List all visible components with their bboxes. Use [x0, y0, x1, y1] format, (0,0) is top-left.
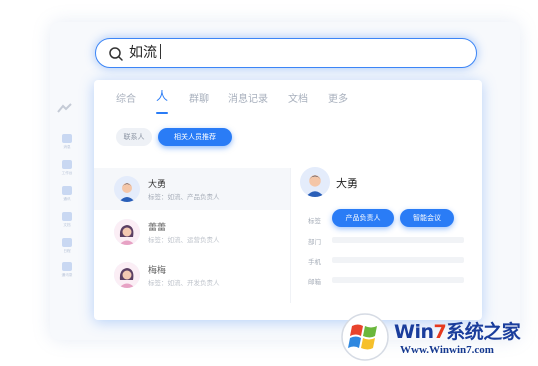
result-name: 蕾蕾 [148, 223, 167, 233]
calendar-icon [62, 238, 72, 247]
message-icon [62, 134, 72, 143]
tab-people[interactable]: 人 [156, 87, 168, 104]
field-value-department [332, 237, 464, 243]
sidebar-item-workbench[interactable]: 工作台 [60, 160, 74, 176]
watermark: Win7系统之家 Www.Winwin7.com [340, 312, 536, 362]
field-label-phone: 手机 [308, 258, 321, 266]
result-tags: 标签：如流、产品负责人 [148, 193, 220, 201]
avatar [114, 176, 140, 202]
list-item[interactable]: 梅梅 标签：如流、开发负责人 [94, 254, 290, 296]
sidebar-item-calendar[interactable]: 日程 [60, 238, 74, 254]
detail-avatar [300, 167, 330, 197]
sidebar-item-address-book[interactable]: 通讯录 [60, 262, 74, 278]
list-item[interactable]: 蕾蕾 标签：如流、运营负责人 [94, 211, 290, 253]
windows-logo-icon [341, 313, 389, 361]
result-tags: 标签：如流、运营负责人 [148, 236, 220, 244]
sidebar-item-messages[interactable]: 消息 [60, 134, 74, 150]
avatar [114, 219, 140, 245]
result-name: 梅梅 [148, 266, 167, 276]
field-value-email [332, 277, 464, 283]
avatar [114, 262, 140, 288]
result-tabs: 综合 人 群聊 消息记录 文档 更多 [94, 87, 482, 114]
field-value-phone [332, 257, 464, 263]
search-icon [109, 47, 123, 61]
field-label-email: 邮箱 [308, 278, 321, 286]
divider [290, 168, 291, 303]
sidebar-item-contacts-call[interactable]: 通讯 [60, 186, 74, 202]
tag-product-owner[interactable]: 产品负责人 [332, 209, 394, 227]
tab-groups[interactable]: 群聊 [189, 90, 209, 105]
person-icon [62, 262, 72, 271]
search-query[interactable]: 如流 [129, 44, 161, 62]
phone-icon [62, 186, 72, 195]
workbench-icon [62, 160, 72, 169]
watermark-brand: Win7系统之家 [394, 321, 521, 343]
filter-contacts[interactable]: 联系人 [116, 128, 152, 146]
search-results-panel: 综合 人 群聊 消息记录 文档 更多 联系人 相关人员推荐 大勇 标签：如流、产… [94, 80, 482, 320]
text-caret [160, 44, 161, 59]
detail-name: 大勇 [336, 177, 358, 190]
search-input[interactable]: 如流 [95, 38, 477, 68]
result-tags: 标签：如流、开发负责人 [148, 279, 220, 287]
tab-more[interactable]: 更多 [328, 90, 348, 105]
tab-messages[interactable]: 消息记录 [228, 90, 268, 105]
tag-smart-meeting[interactable]: 智能会议 [400, 209, 454, 227]
logo-icon [57, 103, 72, 113]
filter-recommended-people[interactable]: 相关人员推荐 [158, 128, 232, 146]
active-tab-indicator [156, 112, 168, 114]
document-icon [62, 212, 72, 221]
field-label-department: 部门 [308, 238, 321, 246]
sidebar: 消息 工作台 通讯 文档 日程 通讯录 [52, 90, 80, 290]
watermark-url: Www.Winwin7.com [400, 344, 494, 356]
list-item[interactable]: 大勇 标签：如流、产品负责人 [94, 168, 290, 210]
sidebar-item-docs[interactable]: 文档 [60, 212, 74, 228]
tab-docs[interactable]: 文档 [288, 90, 308, 105]
tab-all[interactable]: 综合 [116, 90, 136, 105]
field-label-tags: 标签 [308, 217, 321, 225]
result-name: 大勇 [148, 180, 167, 190]
